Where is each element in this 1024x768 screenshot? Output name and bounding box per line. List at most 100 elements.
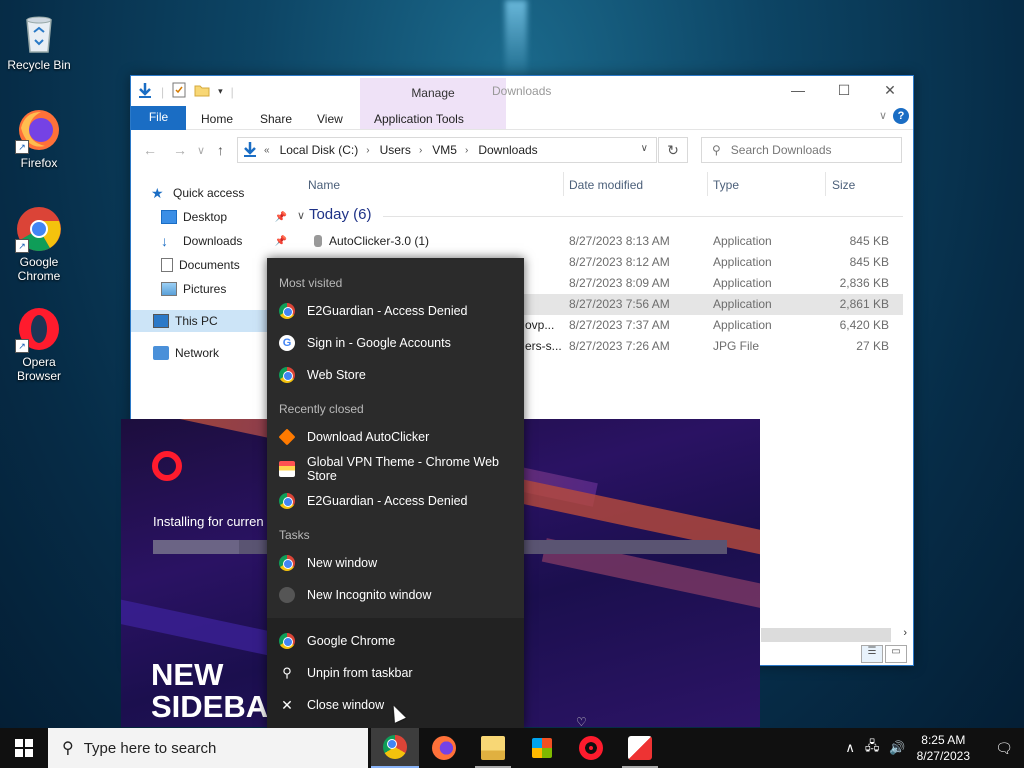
customize-toolbar-icon[interactable]: ▾ bbox=[218, 86, 223, 97]
nav-quick-access[interactable]: ★ Quick access bbox=[151, 182, 311, 204]
start-button[interactable] bbox=[0, 728, 48, 768]
clock-time: 8:25 AM bbox=[921, 733, 966, 747]
address-dropdown-icon[interactable]: ∨ bbox=[641, 143, 648, 154]
chrome-icon bbox=[383, 735, 407, 759]
pin-icon[interactable]: 📌 bbox=[275, 236, 287, 247]
file-row[interactable]: AutoClicker-3.0 (1) 8/27/2023 8:13 AM Ap… bbox=[297, 231, 903, 252]
minimize-icon[interactable]: — bbox=[775, 76, 821, 104]
wallpaper-glow bbox=[505, 0, 527, 80]
pin-icon[interactable]: 📌 bbox=[275, 212, 287, 223]
breadcrumb-separator-icon[interactable]: › bbox=[366, 145, 369, 156]
jump-item-new-incognito-window[interactable]: New Incognito window bbox=[267, 580, 524, 610]
taskbar-firefox[interactable] bbox=[420, 728, 468, 768]
chrome-icon bbox=[279, 555, 295, 571]
store-icon bbox=[532, 738, 552, 758]
details-view-icon[interactable]: ☰ bbox=[861, 645, 883, 663]
tab-view[interactable]: View bbox=[317, 108, 343, 130]
properties-icon[interactable] bbox=[172, 82, 186, 101]
back-arrow-icon[interactable]: ← bbox=[143, 142, 157, 158]
volume-icon[interactable]: 🔊 bbox=[889, 740, 905, 756]
desktop-icon-opera[interactable]: ↗ Opera Browser bbox=[4, 305, 74, 383]
scroll-right-icon[interactable]: › bbox=[903, 627, 907, 639]
jump-item-global-vpn-theme[interactable]: Global VPN Theme - Chrome Web Store bbox=[267, 454, 524, 484]
tab-share[interactable]: Share bbox=[260, 108, 292, 130]
breadcrumb-separator-icon[interactable]: › bbox=[419, 145, 422, 156]
nav-desktop[interactable]: Desktop 📌 bbox=[161, 206, 287, 228]
download-arrow-icon[interactable] bbox=[137, 82, 153, 101]
column-date-modified[interactable]: Date modified bbox=[569, 178, 643, 192]
column-divider[interactable] bbox=[563, 172, 564, 196]
jump-item-label: Download AutoClicker bbox=[307, 430, 430, 444]
taskbar-store[interactable] bbox=[518, 728, 566, 768]
column-type[interactable]: Type bbox=[713, 178, 739, 192]
nav-downloads[interactable]: ↓ Downloads 📌 bbox=[161, 230, 287, 252]
jump-item-label: Close window bbox=[307, 698, 385, 712]
overflow-chevron-icon[interactable]: « bbox=[264, 145, 270, 156]
desktop-icon-google-chrome[interactable]: ↗ Google Chrome bbox=[4, 205, 74, 283]
taskbar-opera-installer[interactable] bbox=[616, 728, 664, 768]
maximize-icon[interactable]: ☐ bbox=[821, 76, 867, 104]
file-date: 8/27/2023 7:56 AM bbox=[569, 297, 670, 311]
jump-item-e2guardian-closed[interactable]: E2Guardian - Access Denied bbox=[267, 486, 524, 516]
jump-item-download-autoclicker[interactable]: Download AutoClicker bbox=[267, 422, 524, 452]
file-type: Application bbox=[713, 276, 772, 290]
taskbar-chrome[interactable] bbox=[371, 728, 419, 768]
nav-label: Network bbox=[175, 346, 220, 360]
desktop-icon-recycle-bin[interactable]: Recycle Bin bbox=[4, 8, 74, 72]
breadcrumb-separator-icon[interactable]: › bbox=[465, 145, 468, 156]
chevron-down-icon[interactable]: ∨ bbox=[879, 109, 887, 122]
large-icons-view-icon[interactable]: ▭ bbox=[885, 645, 907, 663]
group-header-today[interactable]: ∨ Today (6) bbox=[297, 206, 903, 223]
jump-item-new-window[interactable]: New window bbox=[267, 548, 524, 578]
close-icon[interactable]: ✕ bbox=[867, 76, 913, 104]
clock[interactable]: 8:25 AM 8/27/2023 bbox=[917, 732, 970, 764]
notifications-icon[interactable]: 🗨 bbox=[984, 740, 1024, 757]
column-divider[interactable] bbox=[707, 172, 708, 196]
jump-item-label: E2Guardian - Access Denied bbox=[307, 494, 468, 508]
column-size[interactable]: Size bbox=[832, 178, 855, 192]
help-icon[interactable]: ? bbox=[893, 108, 909, 124]
file-type: Application bbox=[713, 297, 772, 311]
refresh-icon[interactable]: ↻ bbox=[658, 137, 688, 163]
system-tray: ∧ 🖧 🔊 8:25 AM 8/27/2023 🗨 bbox=[840, 728, 1024, 768]
new-folder-icon[interactable] bbox=[194, 82, 210, 101]
breadcrumb-vm5[interactable]: VM5 bbox=[432, 143, 457, 157]
breadcrumb-downloads[interactable]: Downloads bbox=[478, 143, 537, 157]
network-icon[interactable]: 🖧 bbox=[865, 737, 880, 759]
jump-item-web-store[interactable]: Web Store bbox=[267, 360, 524, 390]
close-icon: ✕ bbox=[281, 697, 293, 713]
ribbon-tabs: File Home Share View Application Tools ∨… bbox=[131, 104, 913, 130]
breadcrumb-users[interactable]: Users bbox=[380, 143, 411, 157]
taskbar-search-box[interactable]: ⚲ Type here to search bbox=[48, 728, 368, 768]
headline-line-2: SIDEBA bbox=[151, 689, 269, 724]
star-icon: ★ bbox=[151, 185, 164, 201]
web-store-icon bbox=[279, 461, 295, 477]
tab-file[interactable]: File bbox=[131, 106, 186, 130]
tab-application-tools[interactable]: Application Tools bbox=[374, 108, 464, 130]
jump-item-e2guardian[interactable]: E2Guardian - Access Denied bbox=[267, 296, 524, 326]
chrome-icon: ↗ bbox=[15, 205, 63, 253]
jump-item-google-accounts[interactable]: G Sign in - Google Accounts bbox=[267, 328, 524, 358]
file-size: 2,861 KB bbox=[839, 297, 889, 311]
tab-home[interactable]: Home bbox=[201, 108, 233, 130]
up-arrow-icon[interactable]: ↑ bbox=[217, 142, 224, 158]
chrome-icon bbox=[279, 303, 295, 319]
breadcrumb-local-disk[interactable]: Local Disk (C:) bbox=[280, 143, 359, 157]
autoclicker-icon bbox=[278, 428, 296, 446]
forward-arrow-icon[interactable]: → bbox=[173, 142, 187, 158]
chevron-down-icon[interactable]: ∨ bbox=[297, 210, 305, 222]
search-box[interactable]: ⚲ Search Downloads bbox=[701, 137, 902, 163]
jump-action-unpin[interactable]: ⚲ Unpin from taskbar bbox=[267, 658, 524, 688]
quick-access-toolbar: | ▾ | bbox=[137, 82, 234, 101]
recent-chevron-icon[interactable]: ∨ bbox=[197, 144, 205, 157]
desktop-icon-firefox[interactable]: ↗ Firefox bbox=[4, 106, 74, 170]
horizontal-scrollbar[interactable] bbox=[761, 628, 891, 642]
file-name: ers-s... bbox=[525, 339, 562, 353]
column-divider[interactable] bbox=[825, 172, 826, 196]
address-bar[interactable]: « Local Disk (C:) › Users › VM5 › Downlo… bbox=[237, 137, 657, 163]
chevron-up-icon[interactable]: ∧ bbox=[845, 740, 855, 756]
taskbar-file-explorer[interactable] bbox=[469, 728, 517, 768]
taskbar-opera[interactable] bbox=[567, 728, 615, 768]
jump-action-google-chrome[interactable]: Google Chrome bbox=[267, 626, 524, 656]
column-name[interactable]: Name bbox=[308, 178, 340, 192]
